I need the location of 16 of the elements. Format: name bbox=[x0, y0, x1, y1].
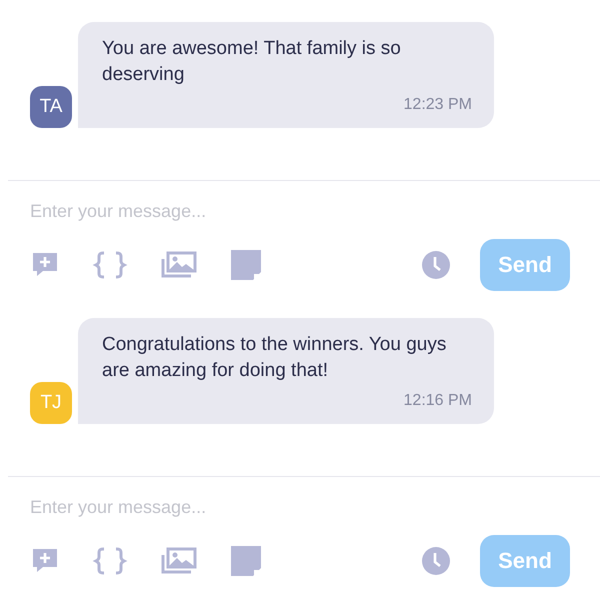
note-icon[interactable] bbox=[230, 545, 262, 577]
image-gallery-icon[interactable] bbox=[160, 250, 198, 280]
braces-icon[interactable] bbox=[92, 250, 128, 280]
message-time: 12:23 PM bbox=[404, 96, 472, 114]
user-avatar: TA bbox=[30, 86, 72, 128]
message-text: You are awesome! That family is so deserving bbox=[102, 37, 402, 87]
note-icon[interactable] bbox=[230, 249, 262, 281]
braces-icon[interactable] bbox=[92, 546, 128, 576]
clock-icon[interactable] bbox=[422, 251, 450, 279]
clock-icon[interactable] bbox=[422, 547, 450, 575]
user-avatar: TJ bbox=[30, 382, 72, 424]
message-time: 12:16 PM bbox=[404, 392, 472, 410]
message-text: Congratulations to the winners. You guys are amazing for doing that! bbox=[102, 333, 448, 383]
message-input[interactable]: Enter your message... bbox=[30, 495, 430, 519]
message-input[interactable]: Enter your message... bbox=[30, 199, 430, 223]
image-gallery-icon[interactable] bbox=[160, 546, 198, 576]
